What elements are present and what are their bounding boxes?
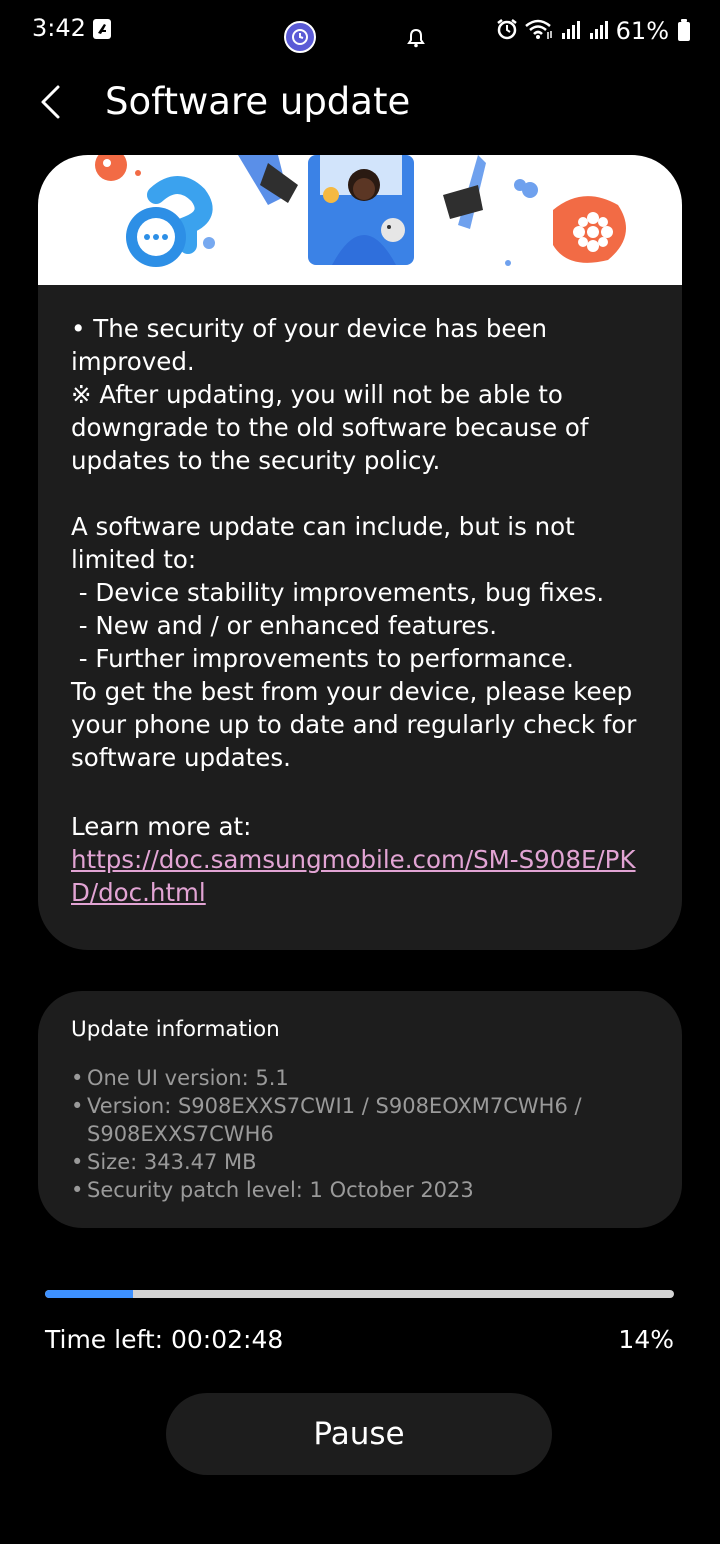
update-info-title: Update information [71, 1017, 280, 1042]
wifi-icon [524, 18, 554, 44]
update-info-list: • One UI version: 5.1 • Version: S908EXXS7… [71, 1064, 661, 1204]
download-progress-bar [45, 1290, 674, 1298]
release-notes-text: • The security of your device has been i… [71, 314, 637, 772]
list-item: • Size: 343.47 MB [71, 1150, 257, 1174]
app-notification-icon [284, 21, 316, 53]
alarm-icon [496, 18, 518, 44]
chevron-left-icon [41, 85, 60, 119]
battery-percent: 61% [615, 17, 669, 45]
battery-icon [678, 18, 690, 41]
hero-illustration [38, 155, 682, 285]
status-time: 3:42 [32, 14, 86, 42]
status-right-group: 61% [496, 14, 690, 48]
progress-percent: 14% [618, 1325, 674, 1354]
update-info-card: Update information • One UI version: 5.1 … [38, 991, 682, 1228]
list-item: • Security patch level: 1 October 2023 [71, 1178, 474, 1202]
learn-more-link[interactable]: https://doc.samsungmobile.com/SM-S908E/P… [71, 845, 636, 907]
bell-icon [407, 28, 425, 52]
signal-icon [588, 18, 610, 44]
info-version: Version: S908EXXS7CWI1 / S908EOXM7CWH6 /… [87, 1094, 582, 1146]
list-item: • One UI version: 5.1 [71, 1066, 289, 1090]
progress-fill [45, 1290, 134, 1298]
info-one-ui-version: One UI version: 5.1 [87, 1066, 289, 1090]
info-size: Size: 343.47 MB [87, 1150, 257, 1174]
signal-icon [560, 18, 582, 44]
learn-more-label: Learn more at: [71, 812, 252, 841]
back-button[interactable] [30, 78, 80, 128]
page-title: Software update [105, 80, 411, 123]
status-bar: 3:42 61% [0, 0, 720, 62]
illustration-image [95, 155, 626, 267]
info-security-patch: Security patch level: 1 October 2023 [87, 1178, 474, 1202]
release-notes-card: • The security of your device has been i… [38, 155, 682, 950]
pause-button[interactable]: Pause [166, 1393, 552, 1475]
flipboard-icon [93, 19, 111, 39]
learn-more-block: Learn more at: https://doc.samsungmobile… [71, 810, 651, 909]
time-left-label: Time left: 00:02:48 [45, 1325, 284, 1354]
list-item: • Version: S908EXXS7CWI1 / S908EOXM7CWH6 … [71, 1092, 661, 1148]
